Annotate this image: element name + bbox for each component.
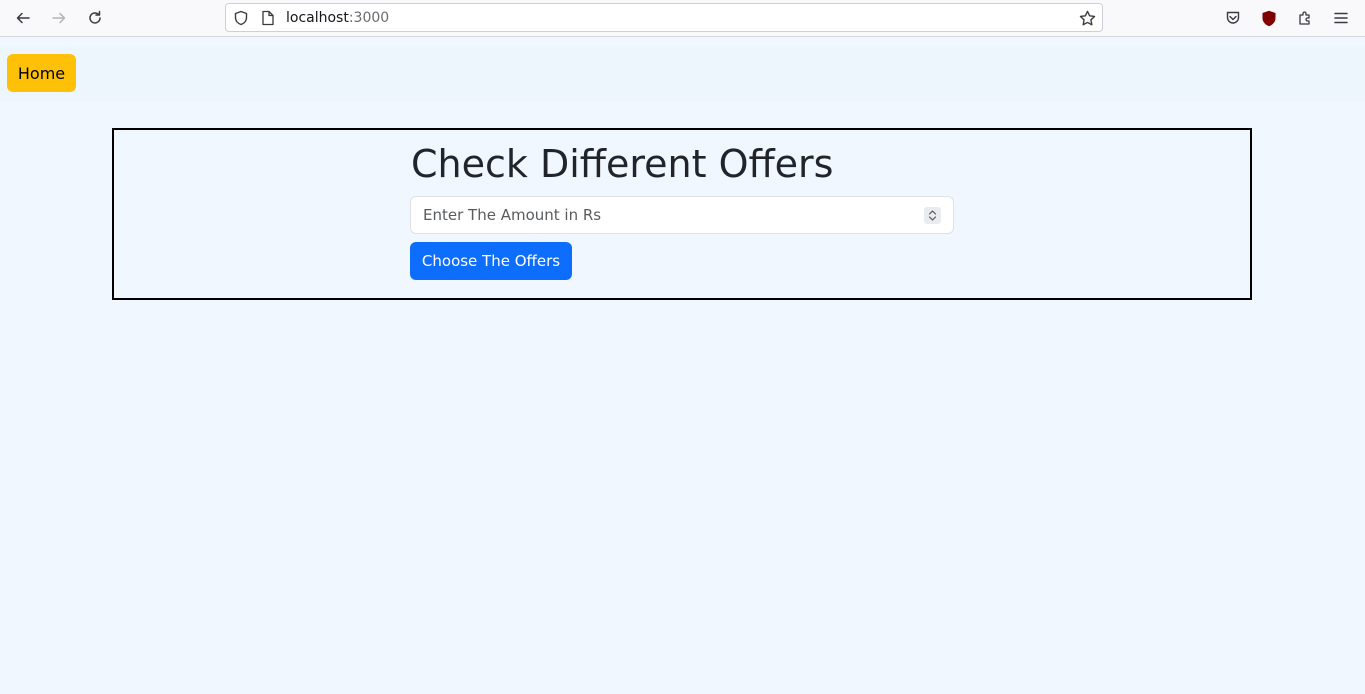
url-bar[interactable]: localhost:3000 bbox=[225, 3, 1103, 32]
amount-input[interactable] bbox=[410, 196, 954, 234]
offers-panel: Check Different Offers Choose The Offers bbox=[112, 128, 1252, 300]
arrow-right-icon bbox=[52, 12, 66, 24]
forward-button[interactable] bbox=[45, 5, 73, 31]
star-icon[interactable] bbox=[1078, 9, 1096, 27]
choose-offers-button[interactable]: Choose The Offers bbox=[410, 242, 572, 280]
navbar bbox=[0, 46, 1365, 101]
ublock-icon[interactable] bbox=[1256, 5, 1282, 31]
arrow-left-icon bbox=[16, 12, 30, 24]
reload-icon bbox=[89, 10, 101, 24]
browser-toolbar: localhost:3000 bbox=[0, 0, 1365, 37]
url-port: :3000 bbox=[348, 10, 390, 26]
reload-button[interactable] bbox=[81, 5, 109, 31]
number-spinner-icon[interactable] bbox=[924, 207, 941, 224]
page-title: Check Different Offers bbox=[411, 142, 834, 186]
shield-icon[interactable] bbox=[232, 9, 250, 27]
page-content: Home Check Different Offers Choose The O… bbox=[0, 38, 1365, 694]
home-button[interactable]: Home bbox=[7, 54, 76, 92]
puzzle-icon[interactable] bbox=[1292, 5, 1318, 31]
hamburger-menu-icon[interactable] bbox=[1328, 5, 1354, 31]
url-host: localhost bbox=[286, 10, 349, 26]
pocket-icon[interactable] bbox=[1220, 5, 1246, 31]
page-icon bbox=[259, 9, 277, 27]
url-text: localhost:3000 bbox=[286, 10, 389, 26]
back-button[interactable] bbox=[9, 5, 37, 31]
